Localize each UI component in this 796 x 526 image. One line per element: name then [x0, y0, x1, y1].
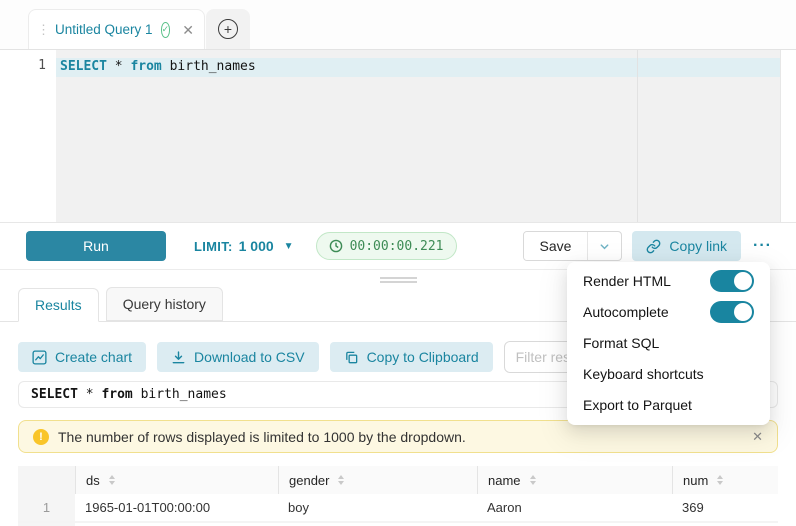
more-options-menu: Render HTML Autocomplete Format SQL Keyb…	[567, 262, 770, 425]
cell-num: 369	[672, 494, 778, 521]
render-html-label: Render HTML	[583, 273, 671, 289]
table-body: 1 1965-01-01T00:00:00 boy Aaron 369	[18, 494, 778, 526]
sql-table-name: birth_names	[162, 59, 256, 74]
menu-item-export-parquet[interactable]: Export to Parquet	[567, 389, 770, 420]
warning-close-icon[interactable]: ✕	[752, 429, 763, 445]
header-name-label: name	[488, 473, 521, 488]
format-sql-label: Format SQL	[583, 335, 659, 351]
sort-icon	[530, 475, 536, 485]
more-options-button[interactable]: ···	[753, 237, 772, 255]
download-csv-label: Download to CSV	[194, 349, 305, 365]
tab-query-history[interactable]: Query history	[106, 287, 223, 321]
sql-lab-app: ⋮ Untitled Query 1 ✓ ✕ + 1 SELECT * from…	[0, 0, 796, 526]
sql-editor: 1 SELECT * from birth_names	[0, 50, 781, 222]
plus-circle-icon: +	[218, 19, 238, 39]
table-header: ds gender name num	[18, 466, 778, 494]
save-button[interactable]: Save	[524, 232, 588, 260]
add-tab-button[interactable]: +	[206, 9, 250, 49]
copy-icon	[344, 350, 359, 365]
sql-keyword-select: SELECT	[60, 59, 107, 74]
sql-keyword-from: from	[130, 59, 161, 74]
query-timer-badge: 00:00:00.221	[316, 232, 457, 260]
timer-value: 00:00:00.221	[350, 239, 444, 254]
save-split-button: Save	[523, 231, 623, 261]
menu-item-autocomplete[interactable]: Autocomplete	[567, 296, 770, 327]
render-html-toggle[interactable]	[710, 270, 754, 292]
run-button[interactable]: Run	[26, 231, 166, 261]
tab-untitled-query-1[interactable]: ⋮ Untitled Query 1 ✓ ✕	[28, 9, 205, 49]
preview-table-name: birth_names	[133, 387, 227, 402]
header-gender[interactable]: gender	[278, 466, 477, 494]
toolbar-right-group: Save Copy link ···	[523, 231, 796, 261]
sql-editor-input[interactable]: SELECT * from birth_names	[56, 50, 780, 222]
tab-drag-handle-icon[interactable]: ⋮	[37, 23, 49, 36]
editor-gutter: 1	[0, 50, 56, 222]
clock-icon	[329, 239, 343, 253]
cell-name: Aaron	[477, 494, 672, 521]
header-ds[interactable]: ds	[75, 466, 278, 494]
copy-clipboard-label: Copy to Clipboard	[367, 349, 479, 365]
preview-star: *	[78, 387, 101, 402]
results-table: ds gender name num 1 19	[18, 466, 778, 526]
chart-icon	[32, 350, 47, 365]
row-index-cell: 1	[18, 494, 75, 521]
create-chart-label: Create chart	[55, 349, 132, 365]
warning-text: The number of rows displayed is limited …	[58, 429, 466, 445]
query-success-icon: ✓	[161, 22, 171, 38]
cell-ds: 1965-01-01T00:00:00	[75, 494, 278, 521]
caret-down-icon: ▼	[284, 241, 294, 252]
sql-star: *	[107, 59, 130, 74]
preview-keyword-from: from	[101, 387, 132, 402]
sort-icon	[338, 475, 344, 485]
query-tab-bar: ⋮ Untitled Query 1 ✓ ✕ +	[0, 0, 796, 50]
sql-code-line: SELECT * from birth_names	[60, 59, 256, 74]
header-row-index	[18, 466, 75, 494]
link-icon	[646, 239, 661, 254]
header-gender-label: gender	[289, 473, 329, 488]
warning-icon: !	[33, 429, 49, 445]
autocomplete-label: Autocomplete	[583, 304, 669, 320]
autocomplete-toggle[interactable]	[710, 301, 754, 323]
header-num[interactable]: num	[672, 466, 778, 494]
limit-label: LIMIT:	[194, 239, 233, 254]
header-ds-label: ds	[86, 473, 100, 488]
line-number: 1	[38, 58, 46, 73]
preview-keyword-select: SELECT	[31, 387, 78, 402]
create-chart-button[interactable]: Create chart	[18, 342, 146, 372]
download-csv-button[interactable]: Download to CSV	[157, 342, 319, 372]
download-icon	[171, 350, 186, 365]
header-name[interactable]: name	[477, 466, 672, 494]
table-row: 1 1965-01-01T00:00:00 boy Aaron 369	[18, 494, 778, 523]
limit-dropdown[interactable]: LIMIT: 1 000 ▼	[194, 238, 294, 254]
copy-link-button[interactable]: Copy link	[632, 231, 741, 261]
sort-icon	[109, 475, 115, 485]
print-margin-line	[637, 50, 638, 222]
tab-close-icon[interactable]: ✕	[182, 23, 194, 37]
menu-item-render-html[interactable]: Render HTML	[567, 265, 770, 296]
save-options-chevron[interactable]	[587, 232, 621, 260]
resize-drag-handle[interactable]	[380, 277, 417, 285]
tab-title: Untitled Query 1	[55, 22, 153, 37]
copy-link-label: Copy link	[669, 238, 727, 254]
copy-clipboard-button[interactable]: Copy to Clipboard	[330, 342, 493, 372]
header-num-label: num	[683, 473, 708, 488]
menu-item-keyboard-shortcuts[interactable]: Keyboard shortcuts	[567, 358, 770, 389]
sort-icon	[717, 475, 723, 485]
keyboard-shortcuts-label: Keyboard shortcuts	[583, 366, 704, 382]
export-parquet-label: Export to Parquet	[583, 397, 692, 413]
tab-results[interactable]: Results	[18, 288, 99, 322]
limit-value: 1 000	[239, 238, 274, 254]
cell-gender: boy	[278, 494, 477, 521]
menu-item-format-sql[interactable]: Format SQL	[567, 327, 770, 358]
